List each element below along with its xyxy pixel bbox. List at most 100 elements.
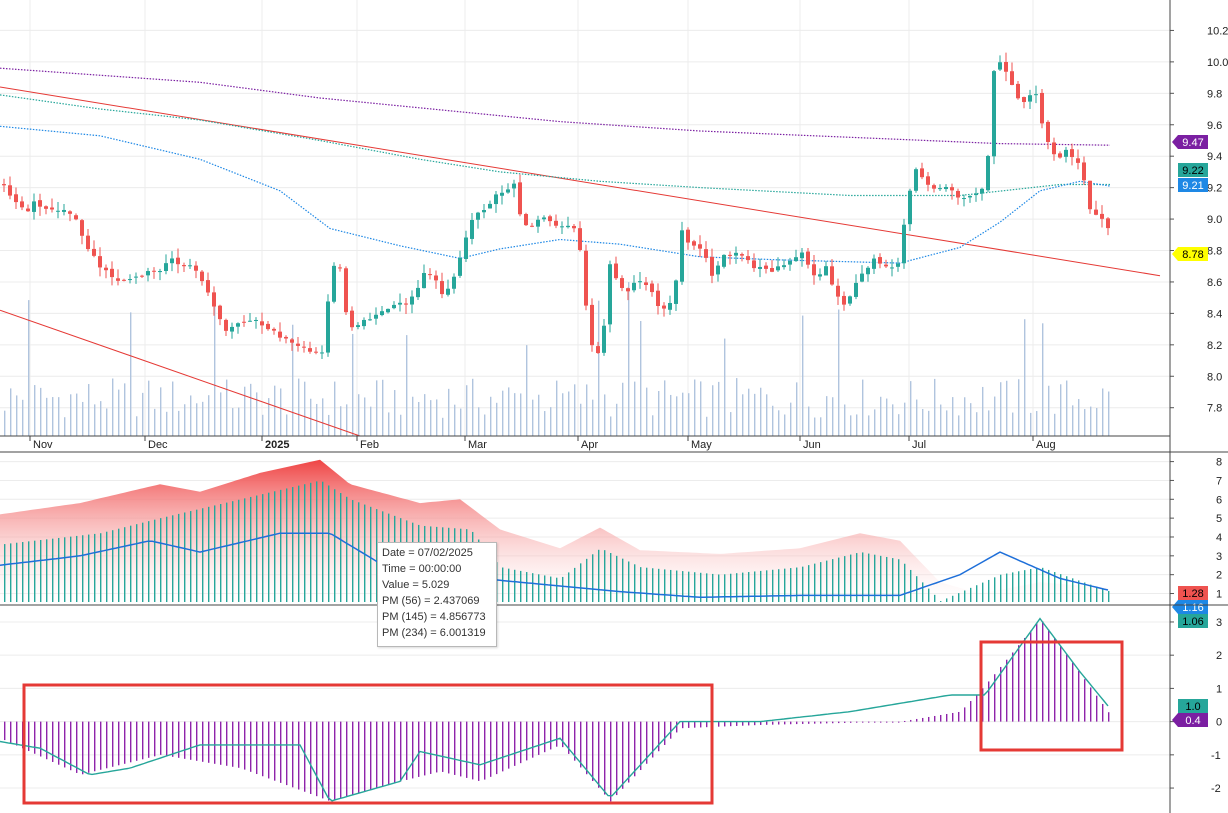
candle-body bbox=[488, 203, 492, 209]
volume-bar bbox=[844, 404, 846, 436]
ind1-bar bbox=[370, 506, 372, 602]
ind2-histogram-bar bbox=[4, 721, 6, 741]
ind2-histogram-bar bbox=[316, 721, 318, 797]
ind1-bar bbox=[256, 495, 258, 602]
candle-body bbox=[1082, 162, 1086, 181]
candle-body bbox=[158, 271, 162, 273]
ind1-bar bbox=[634, 564, 636, 602]
volume-bar bbox=[394, 390, 396, 436]
blue-value-tag: 9.21 bbox=[1178, 178, 1208, 192]
ind2-histogram-bar bbox=[874, 721, 876, 723]
volume-bar bbox=[808, 406, 810, 436]
ind1-bar bbox=[1042, 567, 1044, 602]
volume-bar bbox=[172, 381, 174, 436]
ind2-histogram-bar bbox=[88, 721, 90, 773]
volume-bar bbox=[16, 395, 18, 436]
ind2-histogram-bar bbox=[364, 721, 366, 792]
ind2-histogram-bar bbox=[1000, 666, 1002, 722]
ind1-bar bbox=[790, 568, 792, 602]
volume-bar bbox=[364, 397, 366, 436]
ind2-histogram-bar bbox=[964, 707, 966, 722]
ind1-bar bbox=[40, 539, 42, 602]
purple-value-tag-text: 9.47 bbox=[1182, 137, 1203, 149]
volume-bar bbox=[946, 410, 948, 436]
ind2-histogram-bar bbox=[394, 721, 396, 784]
ind2-histogram-bar bbox=[202, 721, 204, 762]
candle-body bbox=[326, 301, 330, 353]
volume-bar bbox=[1018, 379, 1020, 436]
price-tick-label: 9.4 bbox=[1207, 151, 1222, 163]
ind2-histogram-bar bbox=[1090, 687, 1092, 722]
ind2-histogram-bar bbox=[16, 721, 18, 746]
candle-body bbox=[152, 270, 156, 272]
ind1-bar bbox=[358, 502, 360, 602]
volume-bar bbox=[502, 390, 504, 436]
ind1-bar bbox=[682, 571, 684, 602]
candle-body bbox=[1106, 218, 1110, 229]
price-overlays bbox=[0, 67, 1161, 437]
month-label: May bbox=[691, 439, 712, 451]
ind2-histogram-bar bbox=[730, 721, 732, 727]
ind1-bar bbox=[34, 540, 36, 602]
ind1-bar bbox=[262, 494, 264, 602]
ind2-histogram-bar bbox=[442, 721, 444, 772]
ind1-bar bbox=[94, 533, 96, 602]
candle-body bbox=[914, 169, 918, 191]
price-tick-label: 9.6 bbox=[1207, 120, 1222, 132]
volume-bar bbox=[208, 395, 210, 436]
candle-body bbox=[512, 183, 516, 189]
ind1-bar bbox=[982, 582, 984, 602]
candle-body bbox=[812, 264, 816, 276]
volume-bar bbox=[340, 406, 342, 436]
month-label: Dec bbox=[148, 439, 168, 451]
volume-bar bbox=[982, 386, 984, 436]
ind1-teal-tag: 1.06 bbox=[1178, 614, 1208, 628]
ind2-histogram-bar bbox=[106, 721, 108, 769]
ind2-histogram-bar bbox=[550, 721, 552, 750]
ind1-bar bbox=[124, 527, 126, 602]
ind1-bar bbox=[112, 530, 114, 602]
ind1-bar bbox=[922, 582, 924, 602]
volume-bar bbox=[634, 381, 636, 436]
volume-bar bbox=[442, 417, 444, 436]
candle-body bbox=[824, 266, 828, 276]
ind2-histogram-bar bbox=[1054, 637, 1056, 722]
candle-body bbox=[548, 216, 552, 222]
volume-bar bbox=[100, 401, 102, 436]
ind2-histogram-bar bbox=[82, 721, 84, 775]
volume-bar bbox=[910, 381, 912, 436]
ind2-histogram-bar bbox=[436, 721, 438, 773]
candle-body bbox=[176, 257, 180, 265]
volume-bar bbox=[478, 407, 480, 436]
volume-bar bbox=[802, 315, 804, 436]
ind2-histogram-bar bbox=[112, 721, 114, 767]
volume-bar bbox=[658, 391, 660, 436]
candle-body bbox=[1052, 142, 1056, 155]
ind1-bar bbox=[994, 577, 996, 602]
candle-body bbox=[434, 275, 438, 281]
price-tick-label: 8.8 bbox=[1207, 246, 1222, 258]
volume-bar bbox=[688, 393, 690, 436]
price-value-tag: 8.78 bbox=[1172, 247, 1208, 261]
volume-bar bbox=[196, 403, 198, 436]
ind2-histogram-bar bbox=[898, 721, 900, 723]
candle-body bbox=[1028, 95, 1032, 102]
ind2-tick-label: 1 bbox=[1216, 683, 1222, 695]
ind2-histogram-bar bbox=[274, 721, 276, 781]
volume-bar bbox=[412, 396, 414, 436]
chart-canvas[interactable]: 10.2 10.0 9.8 9.6 9.4 9.2 9.0 8.8 8.6 8.4 8.2 8.0 7.… bbox=[0, 0, 1228, 813]
ind2-histogram-bar bbox=[676, 721, 678, 733]
volume-bar bbox=[514, 393, 516, 436]
ind2-histogram-bar bbox=[526, 721, 528, 761]
volume-bar bbox=[598, 300, 600, 436]
ind1-bar bbox=[904, 563, 906, 602]
ind1-bar bbox=[556, 577, 558, 602]
ind1-bar bbox=[526, 572, 528, 602]
candle-body bbox=[32, 201, 36, 212]
volume-bar bbox=[280, 388, 282, 436]
candle-body bbox=[842, 295, 846, 305]
ind1-bar bbox=[244, 498, 246, 602]
volume-bar bbox=[1102, 388, 1104, 436]
ind2-tick-label: -2 bbox=[1211, 783, 1221, 795]
volume-bar bbox=[82, 401, 84, 436]
